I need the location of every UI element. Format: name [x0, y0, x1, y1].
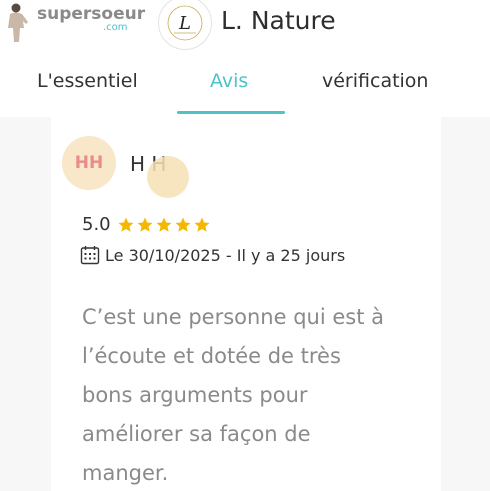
star-icon [175, 217, 191, 232]
brand-name[interactable]: supersoeur [37, 4, 145, 24]
shop-logo-letter: L [178, 13, 191, 34]
review-line: améliorer sa façon de [82, 422, 311, 446]
header: supersoeur .com L L. Nature [0, 0, 490, 52]
brand-domain: .com [103, 22, 128, 33]
touch-indicator [147, 156, 189, 198]
review-line: bons arguments pour [82, 383, 308, 407]
review-body: C’est une personne qui est à l’écoute et… [82, 298, 412, 491]
avatar: HH [62, 136, 116, 190]
star-icon [156, 217, 172, 232]
shop-name: L. Nature [221, 6, 336, 35]
calendar-icon [80, 246, 100, 265]
rating-value: 5.0 [82, 214, 111, 235]
tab-verification[interactable]: vérification [322, 70, 428, 92]
review-page: supersoeur .com L L. Nature L'essentiel … [0, 0, 490, 491]
review-date: Le 30/10/2025 - Il y a 25 jours [105, 245, 346, 265]
review-line: manger. [82, 461, 169, 485]
rating-row: 5.0 [82, 214, 212, 235]
active-tab-indicator [177, 111, 285, 114]
review-line: l’écoute et dotée de très [82, 344, 341, 368]
star-icon [137, 217, 153, 232]
star-icon [194, 217, 210, 232]
tab-essentiel[interactable]: L'essentiel [37, 70, 138, 92]
star-icon [118, 217, 134, 232]
date-row: Le 30/10/2025 - Il y a 25 jours [80, 245, 345, 265]
review-line: C’est une personne qui est à [82, 305, 384, 329]
tab-bar: L'essentiel Avis vérification [0, 60, 490, 114]
shop-logo-emblem: L [167, 5, 203, 41]
woman-figure-icon [8, 3, 28, 42]
tab-avis[interactable]: Avis [210, 70, 248, 92]
shop-logo[interactable]: L [158, 0, 212, 50]
